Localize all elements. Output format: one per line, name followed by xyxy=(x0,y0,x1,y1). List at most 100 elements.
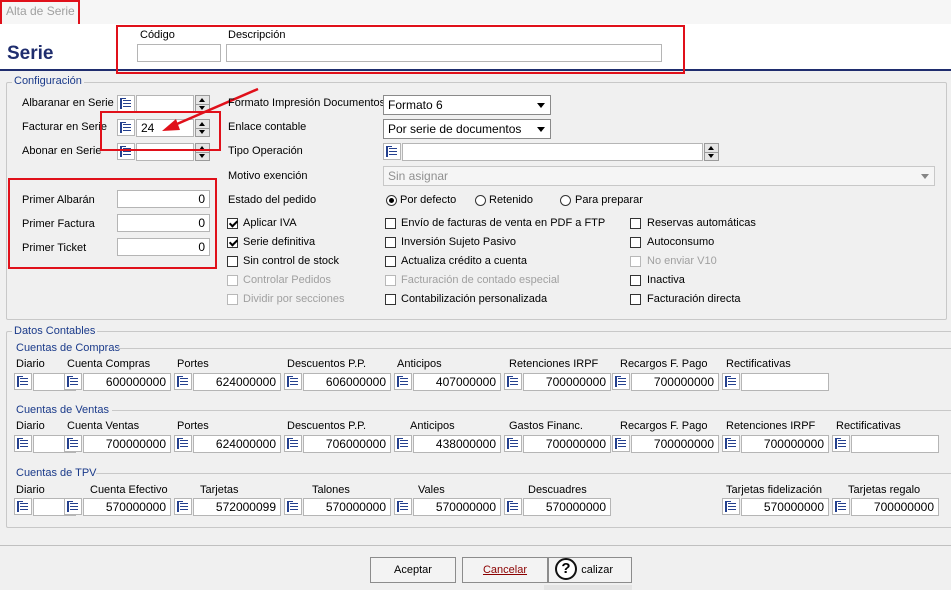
aplicar-iva-checkbox[interactable] xyxy=(227,218,238,229)
ventas-account-input[interactable] xyxy=(851,435,939,453)
tpv-account-input[interactable]: 700000000 xyxy=(851,498,939,516)
checkbox-label: Controlar Pedidos xyxy=(243,274,332,286)
tpv-label: Tarjetas regalo xyxy=(848,484,921,496)
list-icon xyxy=(17,438,28,449)
actualiza-credito-checkbox[interactable] xyxy=(385,256,396,267)
compras-account-input[interactable]: 600000000 xyxy=(83,373,171,391)
compras-account-input[interactable]: 624000000 xyxy=(193,373,281,391)
ventas-account-lookup-button[interactable] xyxy=(64,435,82,452)
ventas-account-input[interactable]: 700000000 xyxy=(83,435,171,453)
tpv-account-lookup-button[interactable] xyxy=(174,498,192,515)
tpv-label: Cuenta Efectivo xyxy=(90,484,168,496)
ventas-account-input[interactable]: 700000000 xyxy=(523,435,611,453)
compras-account-lookup-button[interactable] xyxy=(394,373,412,390)
compras-account-lookup-button[interactable] xyxy=(612,373,630,390)
tpv-label: Diario xyxy=(16,484,45,496)
no-enviar-v10-checkbox[interactable] xyxy=(630,256,641,267)
ventas-label: Descuentos P.P. xyxy=(287,420,367,432)
list-icon xyxy=(287,501,298,512)
reservas-automaticas-checkbox[interactable] xyxy=(630,218,641,229)
tpv-account-lookup-button[interactable] xyxy=(64,498,82,515)
list-icon xyxy=(386,146,397,157)
compras-account-lookup-button[interactable] xyxy=(174,373,192,390)
cancelar-button[interactable]: Cancelar xyxy=(462,557,548,583)
chevron-down-icon xyxy=(533,97,549,113)
list-icon xyxy=(287,376,298,387)
ventas-account-lookup-button[interactable] xyxy=(174,435,192,452)
list-icon xyxy=(507,501,518,512)
inversion-sujeto-pasivo-checkbox[interactable] xyxy=(385,237,396,248)
ventas-account-input[interactable]: 624000000 xyxy=(193,435,281,453)
ventas-account-input[interactable]: 706000000 xyxy=(303,435,391,453)
compras-account-input[interactable]: 407000000 xyxy=(413,373,501,391)
tipo-spinner[interactable] xyxy=(704,143,719,161)
compras-label: Diario xyxy=(16,358,45,370)
tpv-account-input[interactable]: 570000000 xyxy=(83,498,171,516)
ventas-account-lookup-button[interactable] xyxy=(504,435,522,452)
tpv-account-input[interactable]: 570000000 xyxy=(523,498,611,516)
compras-account-lookup-button[interactable] xyxy=(504,373,522,390)
compras-account-lookup-button[interactable] xyxy=(64,373,82,390)
ventas-label: Gastos Financ. xyxy=(509,420,583,432)
abonar-label: Abonar en Serie xyxy=(22,145,102,157)
facturacion-directa-checkbox[interactable] xyxy=(630,294,641,305)
tpv-label: Tarjetas fidelización xyxy=(726,484,822,496)
ventas-account-input[interactable]: 438000000 xyxy=(413,435,501,453)
dividir-secciones-checkbox[interactable] xyxy=(227,294,238,305)
ventas-account-input[interactable]: 700000000 xyxy=(741,435,829,453)
tpv-account-input[interactable]: 570000000 xyxy=(413,498,501,516)
controlar-pedidos-checkbox[interactable] xyxy=(227,275,238,286)
tpv-account-lookup-button[interactable] xyxy=(722,498,740,515)
compras-account-input[interactable] xyxy=(741,373,829,391)
enlace-select[interactable]: Por serie de documentos xyxy=(383,119,551,139)
contabilizacion-personalizada-checkbox[interactable] xyxy=(385,294,396,305)
tipo-input[interactable] xyxy=(402,143,703,161)
list-icon xyxy=(177,501,188,512)
compras-account-input[interactable]: 700000000 xyxy=(523,373,611,391)
compras-account-lookup-button[interactable] xyxy=(14,373,32,390)
estado-radio-retenido[interactable] xyxy=(475,195,486,206)
estado-radio-por-defecto[interactable] xyxy=(386,195,397,206)
tpv-account-lookup-button[interactable] xyxy=(832,498,850,515)
compras-label: Retenciones IRPF xyxy=(509,358,599,370)
serie-definitiva-checkbox[interactable] xyxy=(227,237,238,248)
compras-account-lookup-button[interactable] xyxy=(722,373,740,390)
tpv-account-lookup-button[interactable] xyxy=(284,498,302,515)
page-title: Serie xyxy=(7,43,54,64)
tpv-account-lookup-button[interactable] xyxy=(14,498,32,515)
tipo-lookup-button[interactable] xyxy=(383,143,401,160)
ventas-separator xyxy=(112,410,951,411)
checkbox-label: Aplicar IVA xyxy=(243,217,297,229)
help-icon[interactable]: ? xyxy=(555,558,577,580)
tpv-label: Talones xyxy=(312,484,350,496)
list-icon xyxy=(67,376,78,387)
ventas-account-lookup-button[interactable] xyxy=(14,435,32,452)
compras-account-input[interactable]: 606000000 xyxy=(303,373,391,391)
compras-account-lookup-button[interactable] xyxy=(284,373,302,390)
envio-pdf-ftp-checkbox[interactable] xyxy=(385,218,396,229)
ventas-account-input[interactable]: 700000000 xyxy=(631,435,719,453)
ventas-account-lookup-button[interactable] xyxy=(284,435,302,452)
chevron-down-icon xyxy=(533,121,549,137)
ventas-account-lookup-button[interactable] xyxy=(612,435,630,452)
tpv-account-input[interactable]: 570000000 xyxy=(741,498,829,516)
sin-control-stock-checkbox[interactable] xyxy=(227,256,238,267)
list-icon xyxy=(725,438,736,449)
tpv-account-lookup-button[interactable] xyxy=(504,498,522,515)
tpv-account-lookup-button[interactable] xyxy=(394,498,412,515)
ventas-account-lookup-button[interactable] xyxy=(394,435,412,452)
autoconsumo-checkbox[interactable] xyxy=(630,237,641,248)
compras-account-input[interactable]: 700000000 xyxy=(631,373,719,391)
facturacion-contado-checkbox[interactable] xyxy=(385,275,396,286)
motivo-select[interactable]: Sin asignar xyxy=(383,166,935,186)
albaranar-lookup-button[interactable] xyxy=(117,95,135,112)
ventas-account-lookup-button[interactable] xyxy=(832,435,850,452)
estado-radio-para-preparar[interactable] xyxy=(560,195,571,206)
tpv-account-input[interactable]: 570000000 xyxy=(303,498,391,516)
tpv-account-input[interactable]: 572000099 xyxy=(193,498,281,516)
formato-select[interactable]: Formato 6 xyxy=(383,95,551,115)
ventas-account-lookup-button[interactable] xyxy=(722,435,740,452)
inactiva-checkbox[interactable] xyxy=(630,275,641,286)
aceptar-button[interactable]: Aceptar xyxy=(370,557,456,583)
list-icon xyxy=(507,438,518,449)
